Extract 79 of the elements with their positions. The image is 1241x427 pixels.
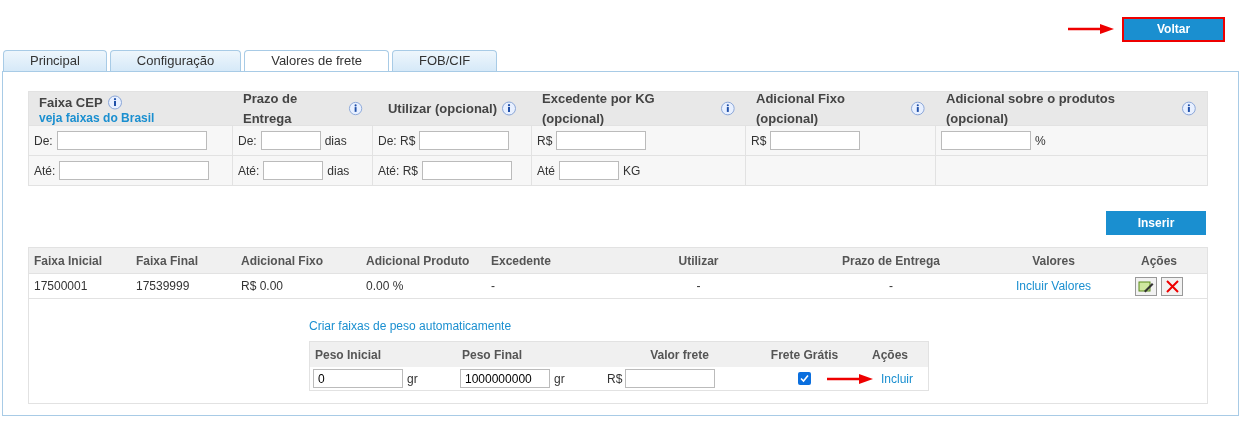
unit-label: gr <box>407 370 418 388</box>
include-values-link[interactable]: Incluir Valores <box>996 277 1111 295</box>
arrow-icon <box>827 373 873 384</box>
create-weight-ranges-link[interactable]: Criar faixas de peso automaticamente <box>309 319 512 333</box>
unit-label: % <box>1035 132 1046 150</box>
input-field[interactable] <box>59 161 210 180</box>
table-cell-text: 17539999 <box>135 278 191 295</box>
field-label: Até: <box>238 162 260 180</box>
include-link[interactable]: Incluir <box>881 369 913 388</box>
field-label: Até: <box>34 162 56 180</box>
column-header: Adicional Produto <box>365 252 471 270</box>
table-cell-text: - <box>888 278 894 295</box>
edit-icon <box>1138 279 1154 293</box>
input-field[interactable]: 0 <box>313 369 403 388</box>
insert-button[interactable]: Inserir <box>1106 211 1206 235</box>
close-icon <box>1165 279 1179 293</box>
column-header: Ações <box>1140 252 1178 270</box>
input-field[interactable] <box>556 131 647 150</box>
column-header: Faixa Final <box>135 252 200 270</box>
column-header: Adicional Fixo <box>240 252 324 270</box>
info-icon <box>910 100 926 117</box>
info-icon <box>501 100 518 117</box>
tab[interactable]: Configuração <box>109 50 242 71</box>
input-field[interactable] <box>260 131 321 150</box>
info-icon <box>720 100 736 117</box>
tab[interactable]: Principal <box>3 50 107 71</box>
column-header: Excedente <box>490 252 553 270</box>
info-icon <box>1181 100 1197 117</box>
field-label: De: R$ <box>378 132 416 150</box>
column-header: Adicional sobre o produtos (opcional) <box>946 90 1116 128</box>
column-header: Peso Final <box>461 346 524 364</box>
column-header: Valor frete <box>649 346 710 364</box>
input-field[interactable]: 1000000000 <box>460 369 550 388</box>
unit-label: dias <box>327 162 350 180</box>
field-label: De: <box>34 132 53 150</box>
info-icon <box>347 100 363 117</box>
info-icon <box>106 94 123 111</box>
table-cell-text: - <box>695 278 702 295</box>
back-button[interactable]: Voltar <box>1122 16 1225 42</box>
field-label: R$ <box>751 132 767 150</box>
column-header: Utilizar <box>677 252 720 270</box>
column-header: Valores <box>1031 252 1076 270</box>
table-cell-text: 0.00 % <box>365 278 405 295</box>
column-header: Peso Inicial <box>314 346 383 364</box>
tab[interactable]: Valores de frete <box>244 50 389 71</box>
edit-button[interactable] <box>1135 276 1157 296</box>
input-field[interactable] <box>559 161 619 180</box>
table-cell-text: R$ 0.00 <box>240 278 285 295</box>
field-label: Até: R$ <box>378 162 419 180</box>
column-header: Ações <box>871 346 909 364</box>
field-label: De: <box>238 132 257 150</box>
arrow-icon <box>1068 24 1114 34</box>
input-field[interactable] <box>263 161 324 180</box>
tab[interactable]: FOB/CIF <box>392 50 498 71</box>
field-label: Até <box>537 162 555 180</box>
unit-label: dias <box>324 132 347 150</box>
table-cell-text: 17500001 <box>33 278 89 295</box>
column-header: Prazo de Entrega <box>243 90 299 128</box>
table-cell-text: - <box>490 278 496 295</box>
column-header: Utilizar (opcional) <box>387 99 498 118</box>
column-header: Adicional Fixo (opcional) <box>756 90 846 128</box>
unit-label: gr <box>554 370 565 388</box>
input-field[interactable] <box>770 131 861 150</box>
column-header: Prazo de Entrega <box>841 252 941 270</box>
input-field[interactable] <box>422 161 513 180</box>
column-header: Faixa CEP <box>39 93 103 112</box>
column-header: Faixa Inicial <box>33 252 104 270</box>
check-icon <box>800 374 809 383</box>
column-header: Excedente por KG (opcional) <box>542 90 656 128</box>
input-field[interactable] <box>941 131 1031 150</box>
field-label: R$ <box>607 370 623 388</box>
unit-label: KG <box>623 162 641 180</box>
free-shipping-checkbox[interactable] <box>798 372 811 385</box>
column-header: Frete Grátis <box>769 346 840 364</box>
field-label: R$ <box>537 132 553 150</box>
delete-button[interactable] <box>1161 276 1183 296</box>
input-field[interactable] <box>419 131 510 150</box>
input-field[interactable] <box>56 131 207 150</box>
input-field[interactable] <box>625 369 716 388</box>
